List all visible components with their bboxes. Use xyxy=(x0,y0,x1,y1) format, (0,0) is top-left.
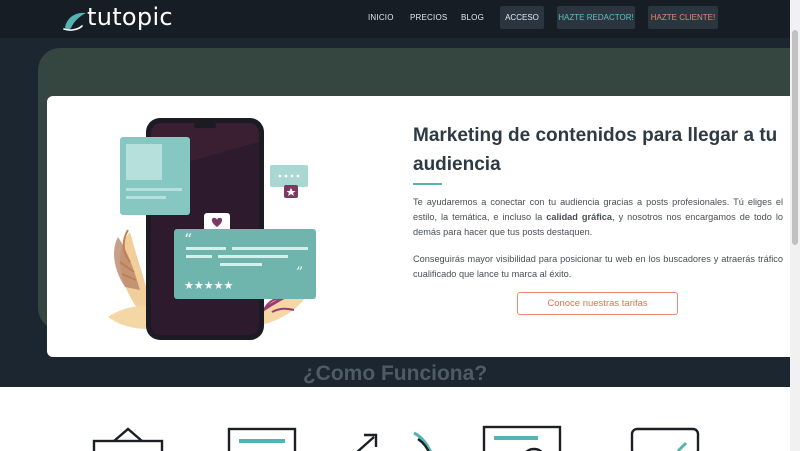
title-underline xyxy=(413,183,442,185)
svg-text:“: “ xyxy=(184,230,192,249)
scrollbar-thumb[interactable] xyxy=(792,30,798,245)
hero-paragraph-1-bold: calidad gráfica xyxy=(546,212,613,222)
leaf-icon xyxy=(63,12,86,31)
hero-paragraph-2: Conseguirás mayor visibilidad para posic… xyxy=(413,254,783,279)
hero-title: Marketing de contenidos para llegar a tu… xyxy=(413,125,778,175)
checklist-icon xyxy=(630,427,700,451)
document-icon xyxy=(227,427,297,451)
how-it-works-title: ¿Como Funciona? xyxy=(302,362,488,385)
page-scrollbar[interactable] xyxy=(790,0,800,451)
smartphone-review-illustration: “ ” ★★★★★ xyxy=(108,118,316,340)
nav-link-blog[interactable]: BLOG xyxy=(461,13,484,22)
svg-text:★★★★★: ★★★★★ xyxy=(184,279,233,292)
hazte-cliente-button[interactable]: HAZTE CLIENTE! xyxy=(648,6,718,29)
svg-text:”: ” xyxy=(296,265,303,281)
hazte-redactor-button[interactable]: HAZTE REDACTOR! xyxy=(557,6,635,29)
nav-link-precios[interactable]: PRECIOS xyxy=(410,13,447,22)
nav-link-inicio[interactable]: INICIO xyxy=(368,13,394,22)
hero-paragraph-1: Te ayudaremos a conectar con tu audienci… xyxy=(413,195,783,240)
logo-text: tutopic xyxy=(87,3,173,31)
top-navigation: tutopic INICIO PRECIOS BLOG ACCESO HAZTE… xyxy=(0,0,790,38)
arrow-rocket-icon xyxy=(356,431,432,451)
acceso-button[interactable]: ACCESO xyxy=(500,6,544,29)
monitor-icon xyxy=(482,425,562,451)
tarifas-cta-button[interactable]: Conoce nuestras tarifas xyxy=(517,292,678,315)
briefcase-icon xyxy=(92,427,164,451)
